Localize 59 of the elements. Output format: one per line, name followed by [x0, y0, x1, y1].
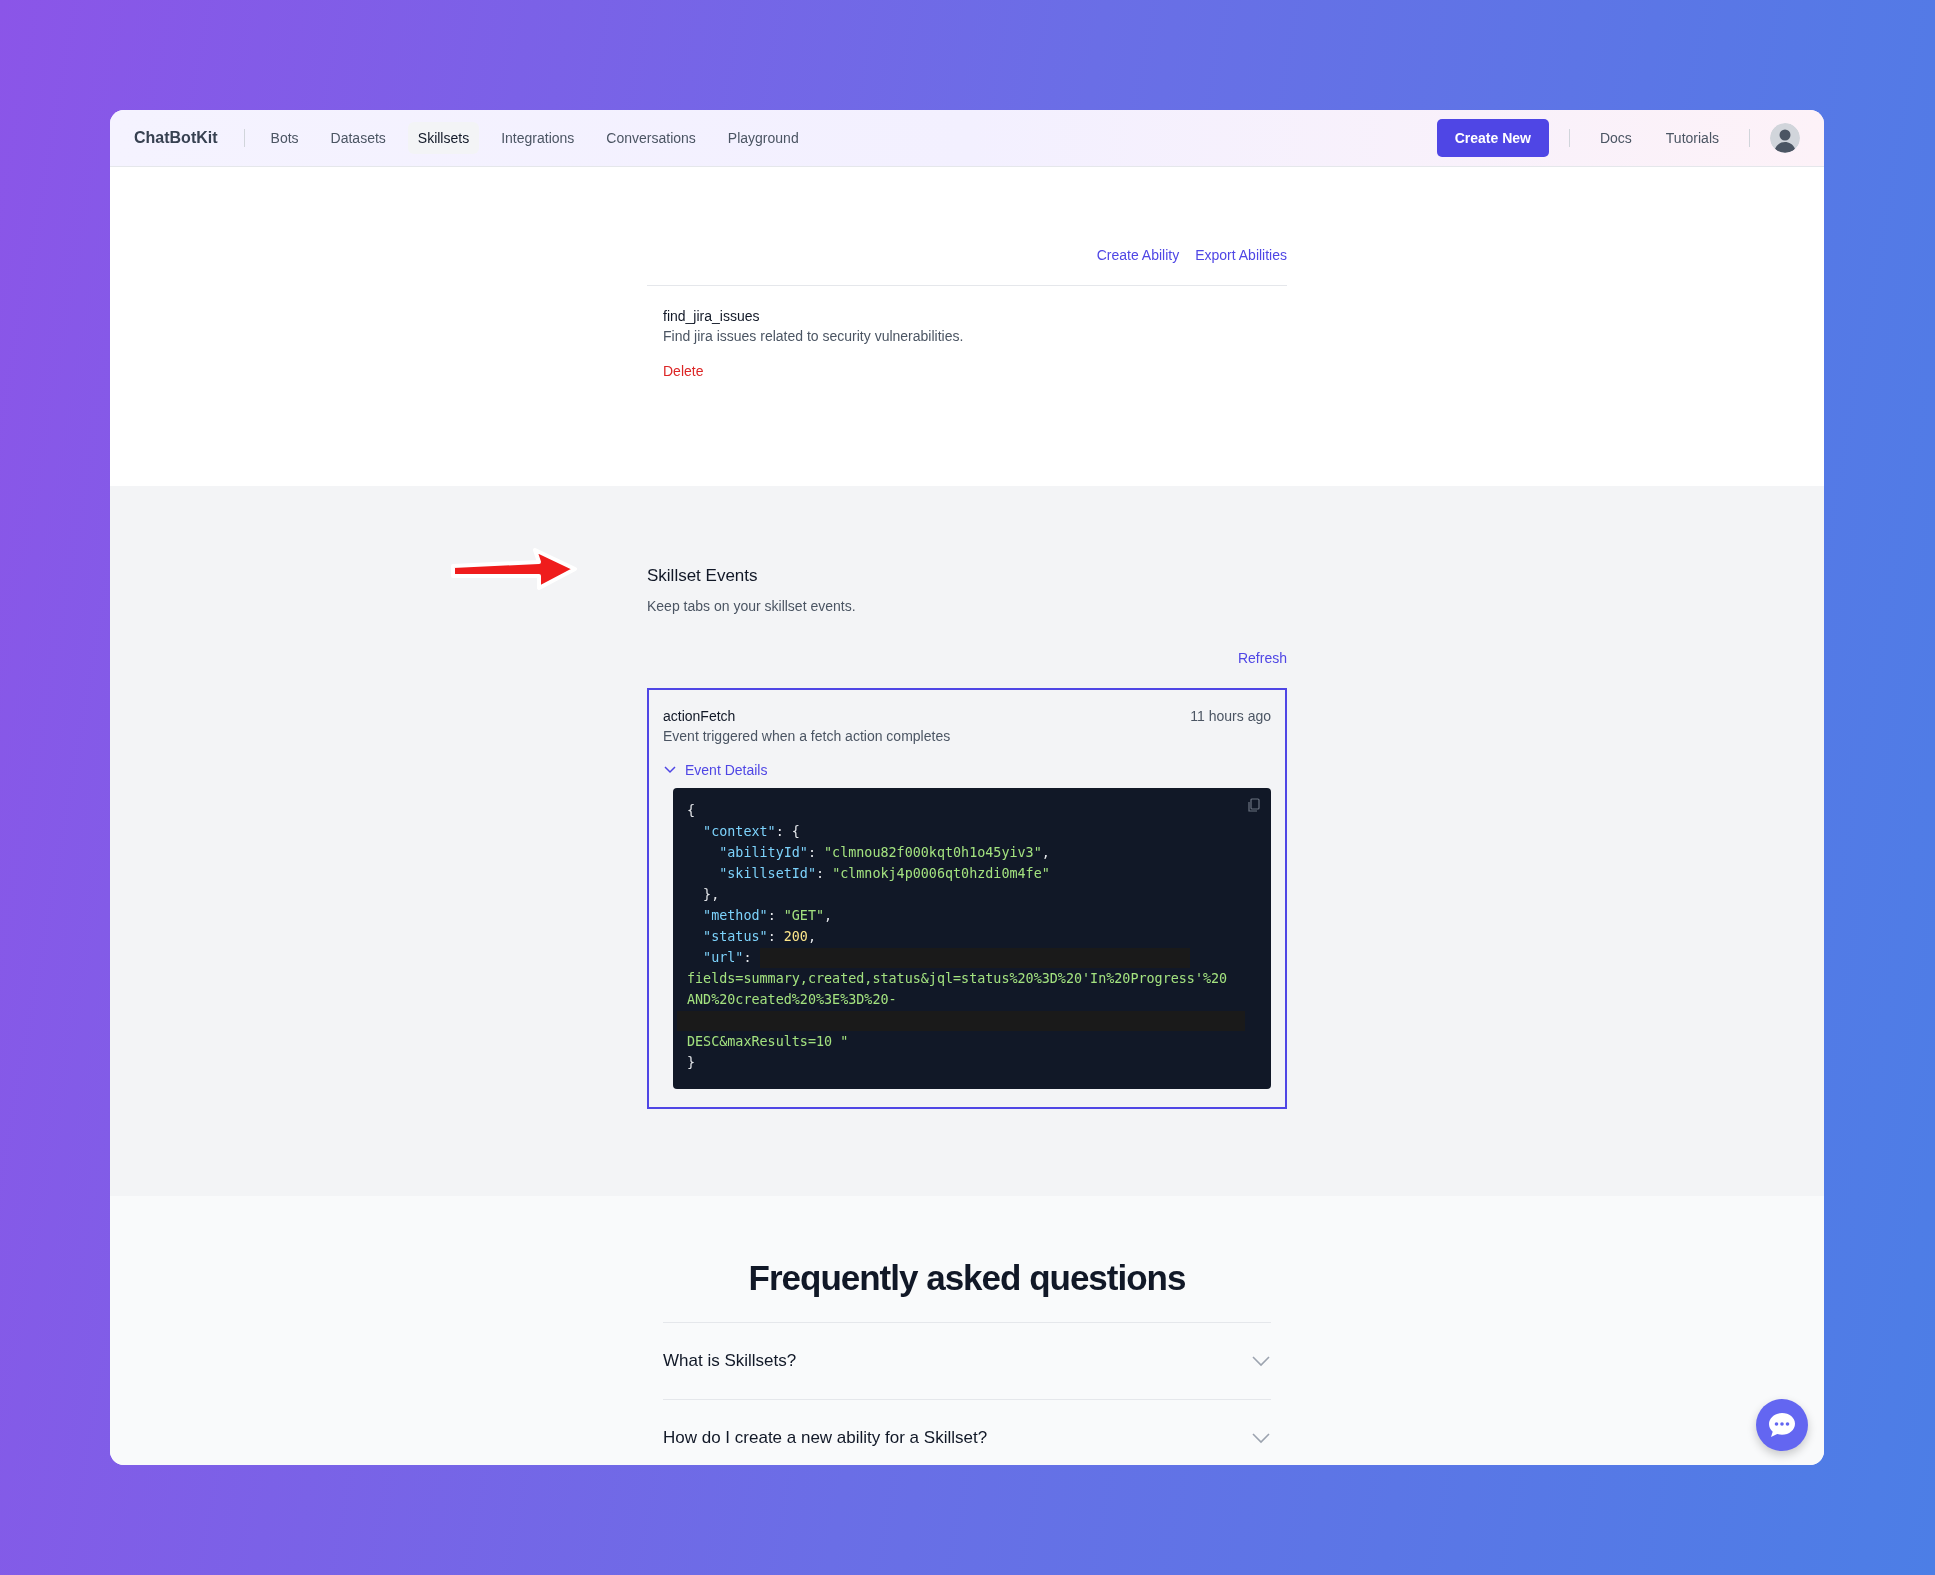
code-token: "abilityId": [718, 844, 808, 862]
event-description: Event triggered when a fetch action completes: [663, 728, 952, 744]
action-link[interactable]: Create Ability: [1096, 247, 1180, 263]
code-token: DESC&maxResults=10 ": [687, 1033, 849, 1051]
code-token: :: [767, 907, 777, 925]
question-text: What is Skillsets?: [663, 1351, 797, 1371]
nav-tab[interactable]: Playground: [717, 122, 809, 154]
ability-name: find_jira_issues: [663, 308, 761, 324]
section-subtitle: Keep tabs on your skillset events.: [647, 598, 857, 614]
faq-question[interactable]: What is Skillsets?: [663, 1322, 1271, 1399]
code-token: : {: [775, 823, 800, 841]
code-token: "clmnou82f000kqt0h1o45yiv3": [824, 844, 1042, 862]
nav-tab[interactable]: Skillsets: [407, 122, 480, 154]
code-token: "skillsetId": [718, 865, 816, 883]
chevron-down-icon: [1251, 1430, 1271, 1446]
code-token: "clmnokj4p0006qt0hzdi0m4fe": [832, 865, 1050, 883]
code-token: "status": [702, 928, 768, 946]
nav-tab[interactable]: Integrations: [491, 122, 585, 154]
action-link[interactable]: Export Abilities: [1195, 247, 1287, 263]
code-token: ,: [824, 907, 833, 925]
ability-description: Find jira issues related to security vulnerabilities.: [663, 328, 965, 344]
person-silhouette-icon: [1770, 123, 1800, 153]
code-token: 200: [783, 928, 808, 946]
code-token: :: [816, 865, 826, 883]
code-token: :: [767, 928, 777, 946]
code-token: }: [687, 1054, 696, 1072]
code-token: "GET": [783, 907, 825, 925]
code-token: :: [743, 949, 753, 967]
details-label: Event Details: [685, 762, 768, 778]
code-token: "url": [702, 949, 744, 967]
event-time: 11 hours ago: [1190, 708, 1271, 724]
chevron-down-icon: [1251, 1353, 1271, 1369]
code-token: ,: [807, 928, 816, 946]
chat-bubble-icon: [1767, 1411, 1797, 1439]
code-token: ,: [1041, 844, 1050, 862]
nav-tab[interactable]: Bots: [260, 122, 309, 154]
create-new-button[interactable]: Create New: [1436, 119, 1549, 157]
question-text: How do I create a new ability for a Skillset?: [663, 1428, 988, 1448]
code-token: "context": [702, 823, 776, 841]
code-token: fields=summary,created,status&jql=status%20%3D%20'In%20Progress'%20: [687, 970, 1228, 988]
nav-link[interactable]: Tutorials: [1651, 122, 1733, 154]
code-token: :: [807, 844, 817, 862]
code-token: "method": [702, 907, 768, 925]
brand-logo-text[interactable]: ChatBotKit: [134, 129, 218, 147]
nav-tab[interactable]: Conversations: [596, 122, 706, 154]
event-name: actionFetch: [663, 708, 736, 724]
nav-link[interactable]: Docs: [1585, 122, 1646, 154]
code-token: },: [702, 886, 720, 904]
copy-icon: [1247, 798, 1261, 812]
nav-tab[interactable]: Datasets: [320, 122, 396, 154]
section-title: Skillset Events: [647, 566, 759, 586]
faq-heading: Frequently asked questions: [747, 1258, 1187, 1298]
delete-link[interactable]: Delete: [663, 363, 704, 379]
code-token: AND%20created%20%3E%3D%20-: [687, 991, 897, 1009]
code-token: {: [687, 802, 696, 820]
user-avatar[interactable]: [1770, 123, 1800, 153]
refresh-link[interactable]: Refresh: [1237, 650, 1287, 666]
faq-question[interactable]: How do I create a new ability for a Skillset?: [663, 1399, 1271, 1465]
details-toggle[interactable]: Event Details: [663, 762, 768, 778]
